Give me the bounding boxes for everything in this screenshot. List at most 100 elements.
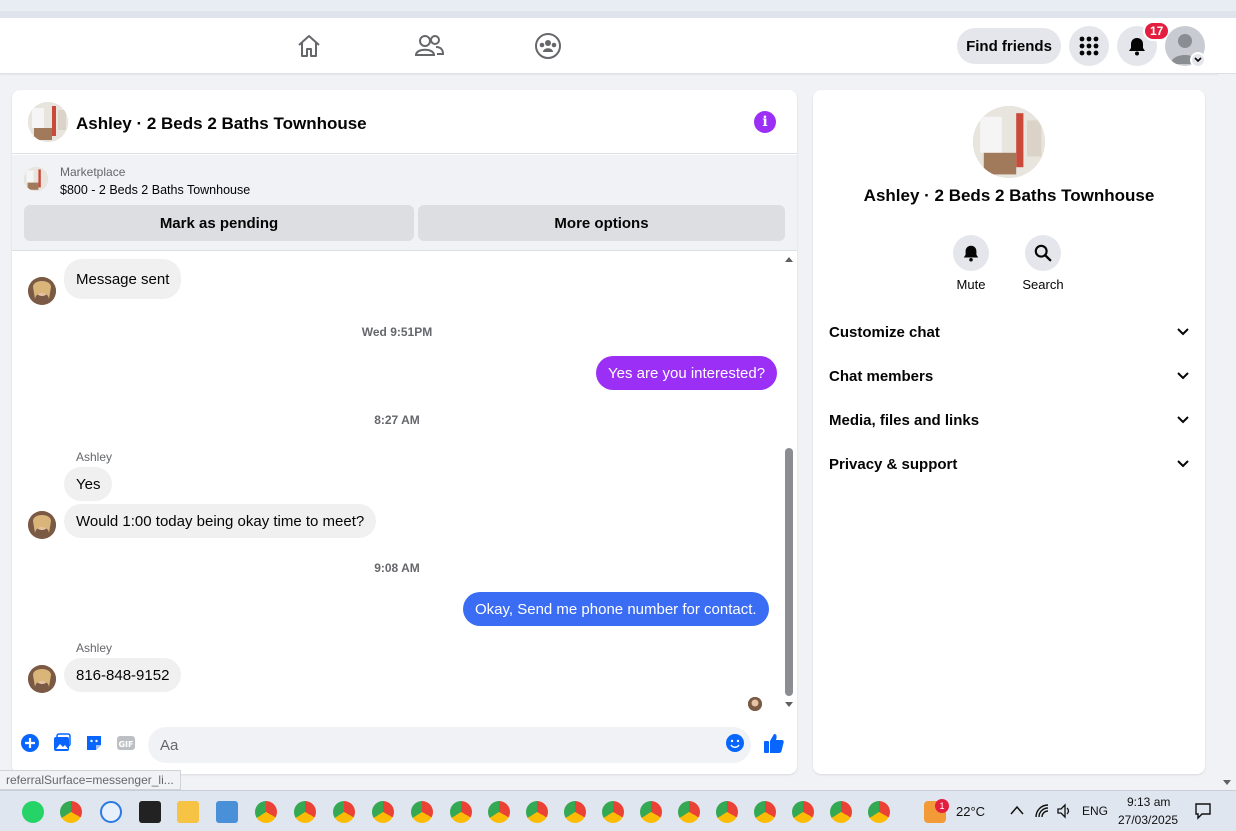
chrome-profile-icon[interactable] (830, 801, 852, 823)
chrome-profile-icon[interactable] (450, 801, 472, 823)
chrome-profile-icon[interactable] (754, 801, 776, 823)
notification-center-icon[interactable] (1194, 802, 1212, 820)
chevron-down-icon (1177, 416, 1189, 424)
message-bubble[interactable]: Yes are you interested? (596, 356, 778, 390)
listing-avatar[interactable] (28, 102, 68, 142)
section-privacy-support[interactable]: Privacy & support (813, 442, 1205, 486)
chrome-profile-icon[interactable] (294, 801, 316, 823)
chrome-profile-icon[interactable] (411, 801, 433, 823)
chrome-profile-icon[interactable] (868, 801, 890, 823)
chrome-profile-icon[interactable] (372, 801, 394, 823)
message-input[interactable] (148, 727, 751, 763)
more-options-button[interactable]: More options (418, 205, 785, 241)
chevron-up-icon[interactable] (1010, 805, 1024, 815)
emoji-icon[interactable] (724, 732, 746, 754)
chrome-profile-icon[interactable] (333, 801, 355, 823)
chrome-profile-icon[interactable] (526, 801, 548, 823)
page-scrollbar[interactable] (1218, 74, 1236, 790)
mute-label: Mute (956, 277, 986, 292)
gif-icon[interactable]: GIF (115, 732, 137, 754)
message-bubble[interactable]: Yes (64, 467, 113, 501)
chrome-icon[interactable] (60, 801, 82, 823)
search-icon[interactable] (1025, 235, 1061, 271)
chrome-profile-icon[interactable] (716, 801, 738, 823)
section-label: Media, files and links (829, 411, 980, 429)
clock-time[interactable]: 9:13 am (1127, 795, 1170, 809)
search-label: Search (1022, 277, 1064, 292)
chat-title[interactable]: Ashley · 2 Beds 2 Baths Townhouse (76, 114, 367, 134)
mark-as-pending-button[interactable]: Mark as pending (24, 205, 414, 241)
message-thread[interactable]: Message sent Wed 9:51PM Yes are you inte… (12, 252, 797, 711)
section-label: Customize chat (829, 323, 940, 341)
section-label: Privacy & support (829, 455, 958, 473)
chrome-profile-icon[interactable] (488, 801, 510, 823)
find-friends-button[interactable]: Find friends (957, 28, 1061, 64)
language-indicator[interactable]: ENG (1082, 804, 1108, 818)
mute-action[interactable]: Mute (941, 235, 1001, 292)
listing-price-title[interactable]: $800 - 2 Beds 2 Baths Townhouse (60, 183, 250, 197)
whatsapp-icon[interactable] (22, 801, 44, 823)
thread-scrollbar[interactable] (782, 252, 796, 710)
ashley-avatar[interactable] (28, 665, 56, 693)
chrome-profile-icon[interactable] (678, 801, 700, 823)
wifi-icon[interactable] (1034, 803, 1050, 819)
chevron-down-icon (1177, 460, 1189, 468)
chevron-down-icon (1177, 372, 1189, 380)
bell-icon[interactable] (953, 235, 989, 271)
seen-indicator-avatar (748, 697, 762, 711)
sender-name: Ashley (76, 641, 113, 655)
listing-large-avatar[interactable] (973, 106, 1045, 178)
chrome-profile-icon[interactable] (792, 801, 814, 823)
weather-badge: 1 (935, 799, 949, 813)
plus-circle-icon[interactable] (19, 732, 41, 754)
section-media-files-links[interactable]: Media, files and links (813, 398, 1205, 442)
chevron-down-icon (1177, 328, 1189, 336)
snipping-tool-icon[interactable] (100, 801, 122, 823)
volume-icon[interactable] (1056, 803, 1072, 819)
timestamp: 8:27 AM (374, 413, 420, 427)
section-label: Chat members (829, 367, 934, 385)
browser-top-strip (0, 0, 1236, 18)
scroll-down-icon (1223, 780, 1231, 785)
home-icon[interactable] (293, 30, 325, 62)
ashley-avatar[interactable] (28, 277, 56, 305)
chrome-profile-icon[interactable] (602, 801, 624, 823)
listing-thumbnail[interactable] (24, 167, 48, 191)
clock-date[interactable]: 27/03/2025 (1118, 813, 1178, 827)
section-customize-chat[interactable]: Customize chat (813, 310, 1205, 354)
timestamp: 9:08 AM (374, 561, 420, 575)
menu-grid-icon[interactable] (1069, 26, 1109, 66)
top-navigation: Find friends 17 (0, 18, 1236, 74)
chrome-profile-icon[interactable] (640, 801, 662, 823)
message-bubble[interactable]: 816-848-9152 (64, 658, 182, 692)
chrome-profile-icon[interactable] (255, 801, 277, 823)
groups-icon[interactable] (532, 30, 564, 62)
sticky-notes-icon[interactable] (139, 801, 161, 823)
chrome-profile-icon[interactable] (564, 801, 586, 823)
thumbs-up-icon[interactable] (763, 732, 785, 754)
scroll-up-icon (785, 257, 793, 262)
search-action[interactable]: Search (1013, 235, 1073, 292)
scroll-thumb[interactable] (785, 448, 793, 696)
windows-taskbar: 1 22°C ENG 9:13 am 27/03/2025 (0, 790, 1236, 831)
details-title: Ashley · 2 Beds 2 Baths Townhouse (863, 186, 1155, 205)
friends-icon[interactable] (413, 30, 445, 62)
photo-icon[interactable] (51, 732, 73, 754)
chat-header: Ashley · 2 Beds 2 Baths Townhouse i (12, 90, 797, 154)
info-icon[interactable]: i (754, 111, 776, 133)
scroll-down-icon (785, 702, 793, 707)
ashley-avatar[interactable] (28, 511, 56, 539)
chat-panel: Ashley · 2 Beds 2 Baths Townhouse i Mark… (12, 90, 797, 774)
message-bubble[interactable]: Okay, Send me phone number for contact. (463, 592, 769, 626)
file-explorer-icon[interactable] (177, 801, 199, 823)
chat-details-panel: Ashley · 2 Beds 2 Baths Townhouse Mute S… (813, 90, 1205, 774)
section-chat-members[interactable]: Chat members (813, 354, 1205, 398)
message-bubble[interactable]: Would 1:00 today being okay time to meet… (64, 504, 377, 538)
chevron-down-icon[interactable] (1190, 52, 1206, 68)
svg-text:GIF: GIF (118, 740, 133, 749)
weather-temperature[interactable]: 22°C (956, 804, 985, 819)
sticker-icon[interactable] (83, 732, 105, 754)
paint-icon[interactable] (216, 801, 238, 823)
marketplace-listing-bar: Marketplace $800 - 2 Beds 2 Baths Townho… (12, 155, 797, 251)
message-bubble[interactable]: Message sent (64, 259, 182, 299)
